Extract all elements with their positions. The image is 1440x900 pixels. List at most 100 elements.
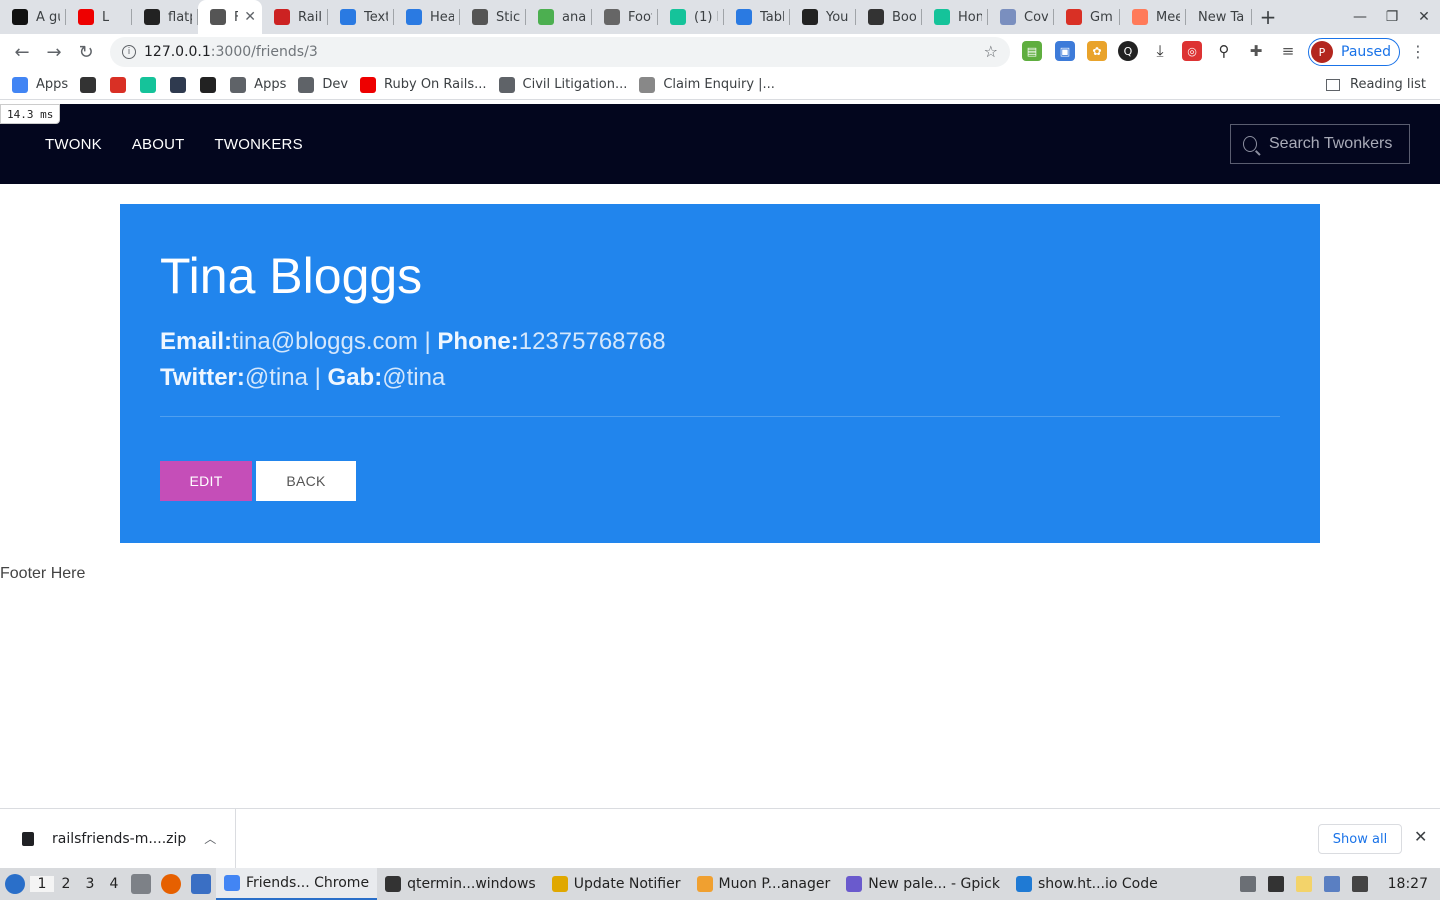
browser-tab[interactable]: F ✕ <box>198 0 262 34</box>
browser-tab[interactable]: Stic <box>460 0 526 34</box>
dev-icon <box>12 9 28 25</box>
display-icon[interactable] <box>1351 876 1368 892</box>
extension-blue-icon[interactable]: ▣ <box>1055 41 1075 61</box>
close-icon[interactable]: ✕ <box>1414 827 1427 846</box>
separator: | <box>307 364 328 391</box>
grammarly-icon <box>934 9 950 25</box>
back-arrow-icon[interactable]: ← <box>6 42 38 63</box>
taskbar-task[interactable]: New pale... - Gpick <box>838 868 1008 900</box>
bookmarks-bar: Apps Apps Dev Ruby On Rails... Civil Litigat… <box>0 70 1440 100</box>
gab-label: Gab: <box>327 364 383 391</box>
browser-tab[interactable]: New Ta <box>1186 0 1252 34</box>
browser-tab[interactable]: Tabl <box>724 0 790 34</box>
bookmark-item[interactable] <box>200 76 218 93</box>
clipboard-icon[interactable] <box>1295 876 1312 892</box>
extension-flower-icon[interactable]: ✿ <box>1087 41 1107 61</box>
magnifier-icon[interactable]: ⚲ <box>1214 41 1234 61</box>
download-item[interactable]: railsfriends-m....zip ︿ <box>0 808 236 869</box>
download-icon[interactable]: ⤓ <box>1150 41 1170 61</box>
browser-tab[interactable]: A gu <box>0 0 66 34</box>
close-window-icon[interactable]: ✕ <box>1408 9 1440 25</box>
media-icon[interactable]: ≡ <box>1278 41 1298 61</box>
url-path: :3000/friends/3 <box>210 44 318 60</box>
show-all-button[interactable]: Show all <box>1318 824 1402 854</box>
desktop-3[interactable]: 3 <box>78 876 102 892</box>
bookmark-item[interactable]: Claim Enquiry |... <box>639 76 775 93</box>
browser-tab[interactable]: flatp <box>132 0 198 34</box>
taskbar-task[interactable]: Friends... Chrome <box>216 868 378 900</box>
minimize-icon[interactable]: — <box>1344 9 1376 25</box>
taskbar-task[interactable]: Update Notifier <box>544 868 689 900</box>
bookmark-item[interactable]: Apps <box>12 76 68 93</box>
start-menu-icon[interactable] <box>0 868 30 900</box>
chrome-icon <box>538 9 554 25</box>
desktop-icon[interactable] <box>191 874 211 894</box>
chevron-up-icon[interactable]: ︿ <box>204 830 216 847</box>
url-host: 127.0.0.1 <box>144 44 211 60</box>
bookmark-item[interactable]: Civil Litigation... <box>498 76 627 93</box>
github-icon <box>802 9 818 25</box>
desktop-2[interactable]: 2 <box>54 876 78 892</box>
firefox-icon[interactable] <box>161 874 181 894</box>
notification-icon[interactable] <box>1323 876 1340 892</box>
reading-list-label: Reading list <box>1350 77 1426 92</box>
extension-search-icon[interactable]: Q <box>1118 41 1138 61</box>
reading-list-button[interactable]: Reading list <box>1326 77 1426 92</box>
nav-link-twonk[interactable]: TWONK <box>45 136 102 153</box>
menu-dots-icon[interactable]: ⋮ <box>1410 42 1426 61</box>
puzzle-icon[interactable]: ✚ <box>1246 41 1266 61</box>
taskbar-task[interactable]: qtermin...windows <box>377 868 544 900</box>
nav-link-twonkers[interactable]: TWONKERS <box>215 136 303 153</box>
bookmark-item[interactable] <box>80 76 98 93</box>
restore-icon[interactable]: ❐ <box>1376 9 1408 25</box>
reload-icon[interactable]: ↻ <box>70 42 102 63</box>
new-tab-button[interactable]: + <box>1252 5 1284 29</box>
tray-app-icon[interactable] <box>1239 876 1256 892</box>
search-input[interactable] <box>1269 135 1409 153</box>
bookmark-item[interactable]: Ruby On Rails... <box>360 76 487 93</box>
file-manager-icon[interactable] <box>131 874 151 894</box>
bookmark-star-icon[interactable]: ☆ <box>984 42 998 61</box>
extension-green-icon[interactable]: ▤ <box>1022 41 1042 61</box>
close-tab-icon[interactable]: ✕ <box>244 9 256 25</box>
browser-tab[interactable]: You <box>790 0 856 34</box>
bookmark-item[interactable] <box>110 76 128 93</box>
folder-icon <box>298 76 315 93</box>
apps-grid-icon <box>12 76 28 93</box>
profile-button[interactable]: P Paused <box>1308 38 1400 66</box>
browser-tab[interactable]: Mee <box>1120 0 1186 34</box>
browser-tab[interactable]: Hon <box>922 0 988 34</box>
bookmark-item[interactable] <box>170 76 188 93</box>
browser-tab[interactable]: Cov <box>988 0 1054 34</box>
bookmark-item[interactable]: Dev <box>298 76 348 93</box>
globe-icon <box>1000 9 1016 25</box>
bookmark-item[interactable] <box>140 76 158 93</box>
browser-tab[interactable]: Rail <box>262 0 328 34</box>
bookmark-label: Ruby On Rails... <box>384 77 487 92</box>
desktop-1[interactable]: 1 <box>30 876 54 892</box>
browser-tab[interactable]: Gm <box>1054 0 1120 34</box>
back-button[interactable]: BACK <box>256 461 356 501</box>
site-navbar: TWONK ABOUT TWONKERS <box>0 104 1440 184</box>
nav-link-about[interactable]: ABOUT <box>132 136 185 153</box>
browser-tab[interactable]: Boo <box>856 0 922 34</box>
tab-title: Boo <box>892 9 916 25</box>
browser-tab[interactable]: L <box>66 0 132 34</box>
site-info-icon[interactable]: i <box>122 45 136 59</box>
tab-title: L <box>102 9 110 25</box>
bookmark-item[interactable]: Apps <box>230 76 287 93</box>
taskbar-task[interactable]: Muon P...anager <box>689 868 839 900</box>
desktop-4[interactable]: 4 <box>102 876 126 892</box>
extension-red-icon[interactable]: ◎ <box>1182 41 1202 61</box>
address-bar[interactable]: i 127.0.0.1:3000/friends/3 ☆ <box>110 37 1010 67</box>
forward-arrow-icon[interactable]: → <box>38 42 70 63</box>
browser-tab[interactable]: Foot <box>592 0 658 34</box>
browser-tab[interactable]: ana <box>526 0 592 34</box>
browser-tab[interactable]: (1) I <box>658 0 724 34</box>
volume-icon[interactable] <box>1267 876 1284 892</box>
edit-button[interactable]: EDIT <box>160 461 252 501</box>
browser-tab[interactable]: Text <box>328 0 394 34</box>
browser-tab[interactable]: Hea <box>394 0 460 34</box>
bookmark-label: Apps <box>254 77 287 92</box>
taskbar-task[interactable]: show.ht...io Code <box>1008 868 1166 900</box>
